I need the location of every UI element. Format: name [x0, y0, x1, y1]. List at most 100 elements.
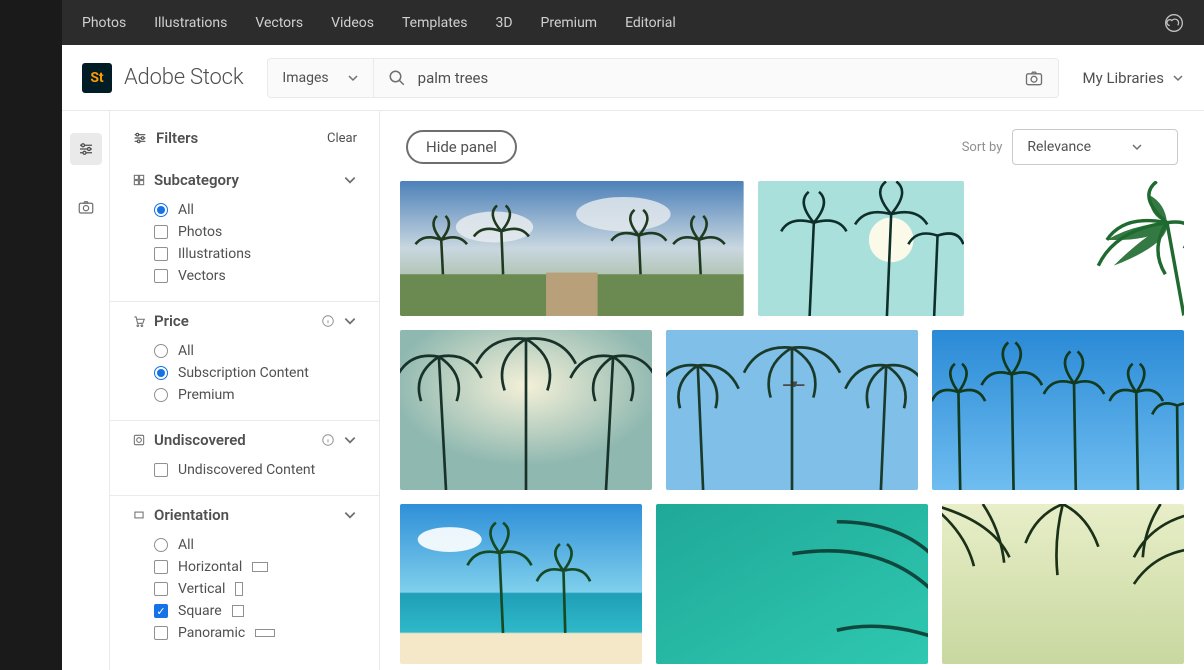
radio-icon: [154, 203, 168, 217]
radio-icon: [154, 538, 168, 552]
section-title: Subcategory: [154, 171, 335, 189]
asset-type-select[interactable]: Images: [267, 58, 373, 98]
search-input[interactable]: [418, 69, 1012, 87]
subcategory-option-vectors[interactable]: Vectors: [154, 265, 357, 287]
result-thumbnail[interactable]: [758, 181, 964, 316]
chevron-down-icon: [343, 173, 357, 187]
search-icon: [388, 69, 406, 87]
subcategory-option-illustrations[interactable]: Illustrations: [154, 243, 357, 265]
orientation-option-all[interactable]: All: [154, 534, 357, 556]
vertical-glyph-icon: [235, 582, 243, 596]
checkbox-icon: [154, 604, 168, 618]
filters-rail-button[interactable]: [70, 133, 102, 165]
chevron-down-icon: [343, 508, 357, 522]
header-bar: St Adobe Stock Images My Libraries: [62, 45, 1204, 111]
section-header-undiscovered[interactable]: Undiscovered: [132, 431, 357, 449]
topnav-photos[interactable]: Photos: [82, 15, 126, 31]
checkbox-icon: [154, 225, 168, 239]
results-area: Hide panel Sort by Relevance: [380, 111, 1204, 670]
chevron-down-icon: [347, 72, 359, 84]
sliders-icon: [132, 130, 148, 146]
result-thumbnail[interactable]: [400, 504, 642, 664]
price-option-premium[interactable]: Premium: [154, 384, 357, 406]
cart-icon: [132, 314, 146, 328]
section-title: Undiscovered: [154, 431, 313, 449]
filter-section-orientation: Orientation All Horizontal Vertical Squa…: [110, 496, 379, 658]
camera-icon[interactable]: [1024, 68, 1044, 88]
camera-icon: [77, 198, 95, 216]
filters-title: Filters: [156, 129, 198, 147]
filters-panel: Filters Clear Subcategory All Photos Ill…: [110, 111, 380, 670]
sort-value: Relevance: [1027, 139, 1091, 155]
section-header-price[interactable]: Price: [132, 312, 357, 330]
result-thumbnail[interactable]: [978, 181, 1184, 316]
result-thumbnail[interactable]: [932, 330, 1184, 490]
clear-filters-link[interactable]: Clear: [327, 131, 357, 146]
radio-icon: [154, 388, 168, 402]
section-header-subcategory[interactable]: Subcategory: [132, 171, 357, 189]
result-thumbnail[interactable]: [942, 504, 1184, 664]
price-option-subscription[interactable]: Subscription Content: [154, 362, 357, 384]
section-title: Orientation: [154, 506, 335, 524]
chevron-down-icon: [343, 433, 357, 447]
brand-title: Adobe Stock: [124, 65, 243, 90]
asset-type-value: Images: [282, 70, 328, 86]
checkbox-icon: [154, 626, 168, 640]
square-glyph-icon: [232, 605, 244, 617]
radio-icon: [154, 344, 168, 358]
result-thumbnail[interactable]: [656, 504, 929, 664]
results-gallery[interactable]: [380, 175, 1204, 670]
topnav-illustrations[interactable]: Illustrations: [154, 15, 227, 31]
price-option-all[interactable]: All: [154, 340, 357, 362]
sort-by-label: Sort by: [962, 140, 1003, 155]
info-icon[interactable]: [321, 314, 335, 328]
checkbox-icon: [154, 463, 168, 477]
search-box: [374, 58, 1059, 98]
topnav-templates[interactable]: Templates: [402, 15, 468, 31]
sliders-icon: [77, 140, 95, 158]
horizontal-glyph-icon: [252, 562, 268, 572]
sort-select[interactable]: Relevance: [1012, 129, 1178, 165]
checkbox-icon: [154, 560, 168, 574]
chevron-down-icon: [1131, 141, 1143, 153]
adobe-stock-logo: St: [82, 63, 112, 93]
orientation-icon: [132, 508, 146, 522]
section-title: Price: [154, 312, 313, 330]
checkbox-icon: [154, 247, 168, 261]
left-rail: [62, 111, 110, 670]
result-thumbnail[interactable]: [400, 330, 652, 490]
info-icon[interactable]: [321, 433, 335, 447]
creative-cloud-icon[interactable]: [1164, 13, 1184, 33]
filter-section-subcategory: Subcategory All Photos Illustrations Vec…: [110, 161, 379, 302]
undiscovered-option-content[interactable]: Undiscovered Content: [154, 459, 357, 481]
panoramic-glyph-icon: [255, 629, 275, 637]
section-header-orientation[interactable]: Orientation: [132, 506, 357, 524]
filter-section-price: Price All Subscription Content Premium: [110, 302, 379, 421]
chevron-down-icon: [1172, 72, 1184, 84]
filter-section-undiscovered: Undiscovered Undiscovered Content: [110, 421, 379, 496]
topnav-videos[interactable]: Videos: [331, 15, 374, 31]
subcategory-option-all[interactable]: All: [154, 199, 357, 221]
topnav-premium[interactable]: Premium: [541, 15, 598, 31]
topnav-vectors[interactable]: Vectors: [255, 15, 303, 31]
topnav-editorial[interactable]: Editorial: [625, 15, 676, 31]
result-thumbnail[interactable]: [666, 330, 918, 490]
topnav-3d[interactable]: 3D: [495, 15, 512, 31]
checkbox-icon: [154, 269, 168, 283]
my-libraries-label: My Libraries: [1083, 69, 1164, 87]
subcategory-option-photos[interactable]: Photos: [154, 221, 357, 243]
hide-panel-button[interactable]: Hide panel: [406, 130, 517, 164]
checkbox-icon: [154, 582, 168, 596]
orientation-option-vertical[interactable]: Vertical: [154, 578, 357, 600]
orientation-option-square[interactable]: Square: [154, 600, 357, 622]
result-thumbnail[interactable]: [400, 181, 744, 316]
chevron-down-icon: [343, 314, 357, 328]
my-libraries-menu[interactable]: My Libraries: [1083, 69, 1184, 87]
orientation-option-panoramic[interactable]: Panoramic: [154, 622, 357, 644]
discover-icon: [132, 433, 146, 447]
grid-icon: [132, 173, 146, 187]
top-nav: Photos Illustrations Vectors Videos Temp…: [62, 0, 1204, 45]
orientation-option-horizontal[interactable]: Horizontal: [154, 556, 357, 578]
radio-icon: [154, 366, 168, 380]
visual-search-rail-button[interactable]: [70, 191, 102, 223]
